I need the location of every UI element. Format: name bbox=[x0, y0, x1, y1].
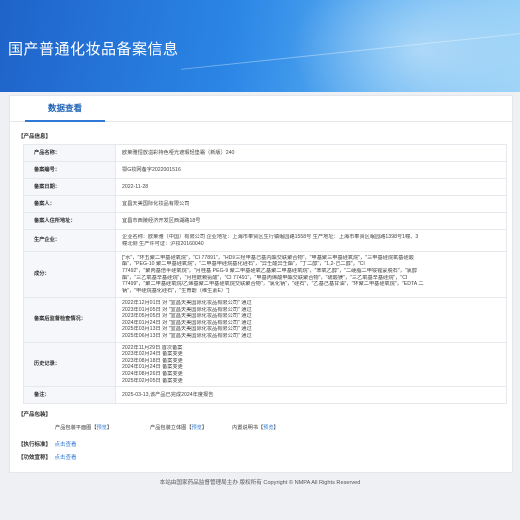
section-title-standard: 【执行标准】 点击查看 bbox=[18, 440, 77, 448]
table-row: 产品名称： 欧莱雅恒放溢彩持色哑光遮瑕轻垫霜（新版）240 bbox=[23, 144, 507, 162]
history-line: 2025年02月05日 备案变更 bbox=[122, 377, 183, 384]
inspection-line: 2023年05月05日 对 "宜昌天美国际化妆品有限公司" 通过 bbox=[122, 313, 252, 320]
history-line: 2023年08月18日 备案变更 bbox=[122, 357, 183, 364]
ingredients-line: 酯"，"PEG-10 聚二甲基硅氧烷"，"二甲基甲硅烷基化硅石"，"异壬酸异壬酯… bbox=[122, 261, 365, 268]
bracket-close: 】 bbox=[273, 425, 279, 431]
row-label: 备案编号： bbox=[23, 161, 116, 179]
package-manual-preview-link[interactable]: 预览 bbox=[263, 425, 273, 431]
manufacturer-line: 幢北侧 生产许可证：沪妆20160040 bbox=[122, 240, 204, 247]
row-label: 历史记录： bbox=[23, 341, 116, 388]
note-value: 2025-03-13,该产品已完成2024年度报告 bbox=[115, 386, 507, 405]
table-row: 备案后监督检查情况： 2022年12月01日 对 "宜昌天美国际化妆品有限公司"… bbox=[23, 297, 507, 343]
package-solid-label: 产品包装立体图【 bbox=[150, 425, 192, 431]
table-row: 备案人： 宜昌天美国际化妆品有限公司 bbox=[23, 195, 507, 213]
inspection-line: 2022年12月01日 对 "宜昌天美国际化妆品有限公司" 通过 bbox=[122, 300, 252, 306]
manufacturer-line: 企业名称：欧莱雅（中国）有限公司 企业地址：上海市奉贤区生行镇岷园路1558号 … bbox=[122, 233, 419, 240]
bracket-close: 】 bbox=[106, 425, 113, 431]
efficacy-heading: 【功效宣称】 bbox=[18, 455, 52, 461]
filer-value: 宜昌天美国际化妆品有限公司 bbox=[115, 195, 507, 213]
page-title: 国产普通化妆品备案信息 bbox=[8, 41, 179, 58]
row-label: 备案后监督检查情况： bbox=[23, 297, 116, 343]
product-name-value: 欧莱雅恒放溢彩持色哑光遮瑕轻垫霜（新版）240 bbox=[115, 144, 507, 162]
package-solid-item: 产品包装立体图【预览】 bbox=[150, 424, 207, 431]
efficacy-view-link[interactable]: 点击查看 bbox=[55, 455, 77, 461]
page-banner: 国产普通化妆品备案信息 bbox=[0, 0, 520, 92]
package-flat-item: 产品包装平面图【预览】 bbox=[55, 424, 112, 431]
ingredients-line: 77499"，"聚二甲基硅氧烷/乙烯基聚二甲基硅氧烷交联聚合物"，"氯化钠"，"… bbox=[122, 281, 424, 288]
row-label: 产品名称： bbox=[23, 144, 116, 162]
table-row: 历史记录： 2022年11月29日 首次备案 2023年02月24日 备案变更 … bbox=[23, 341, 507, 388]
row-label: 成分： bbox=[23, 251, 116, 298]
inspection-line: 2024年01月24日 对 "宜昌天美国际化妆品有限公司" 通过 bbox=[122, 319, 252, 326]
table-row: 生产企业： 企业名称：欧莱雅（中国）有限公司 企业地址：上海市奉贤区生行镇岷园路… bbox=[23, 229, 507, 252]
page-footer: 本站由国家药品监督管理局主办 版权所有 Copyright © NMPA All… bbox=[159, 480, 361, 486]
ingredients-line: ["水"，"环五聚二甲基硅氧烷"，"CI 77891"，"HDI/三羟甲基己基内… bbox=[122, 254, 414, 261]
manufacturer-value: 企业名称：欧莱雅（中国）有限公司 企业地址：上海市奉贤区生行镇岷园路1558号 … bbox=[115, 229, 507, 252]
content-card: 数据查看 【产品信息】 产品名称： 欧莱雅恒放溢彩持色哑光遮瑕轻垫霜（新版）24… bbox=[9, 95, 513, 473]
inspection-line: 2025年03月13日 对 "宜昌天美国际化妆品有限公司" 通过 bbox=[122, 326, 252, 333]
history-line: 2023年02月24日 备案变更 bbox=[122, 351, 183, 358]
inspection-value: 2022年12月01日 对 "宜昌天美国际化妆品有限公司" 通过 2023年01… bbox=[115, 297, 507, 343]
standard-heading: 【执行标准】 bbox=[18, 442, 52, 448]
ingredients-line: 酯"，"三乙氧基辛基硅烷"，"月桂酰赖氨酸"，"CI 77491"，"甲基丙烯酸… bbox=[122, 274, 408, 281]
row-label: 备案人住所地址： bbox=[23, 212, 116, 230]
history-value: 2022年11月29日 首次备案 2023年02月24日 备案变更 2023年0… bbox=[115, 341, 507, 388]
filer-address-value: 宜昌市西陵经济开发区西湖路18号 bbox=[115, 212, 507, 230]
table-row: 备案人住所地址： 宜昌市西陵经济开发区西湖路18号 bbox=[23, 212, 507, 230]
tab-data-view[interactable]: 数据查看 bbox=[25, 102, 105, 122]
ingredients-line: 钠"，"甲硅烷基化硅石"，"生育酚（维生素E）"] bbox=[122, 287, 230, 294]
table-row: 成分： ["水"，"环五聚二甲基硅氧烷"，"CI 77891"，"HDI/三羟甲… bbox=[23, 251, 507, 298]
section-title-package: 【产品包装】 bbox=[18, 412, 52, 418]
history-line: 2022年11月29日 首次备案 bbox=[122, 344, 183, 351]
tab-active-indicator bbox=[25, 120, 105, 122]
package-manual-label: 内置说明书【 bbox=[232, 425, 264, 431]
package-manual-item: 内置说明书【预览】 bbox=[232, 424, 279, 431]
package-solid-preview-link[interactable]: 预览 bbox=[192, 425, 202, 431]
row-label: 生产企业： bbox=[23, 229, 116, 252]
row-label: 备注： bbox=[23, 386, 116, 405]
ingredients-value: ["水"，"环五聚二甲基硅氧烷"，"CI 77891"，"HDI/三羟甲基己基内… bbox=[115, 251, 507, 298]
package-flat-preview-link[interactable]: 预览 bbox=[97, 425, 107, 431]
inspection-line: 2025年06月13日 对 "宜昌天美国际化妆品有限公司" 通过 bbox=[122, 332, 252, 339]
inspection-line: 2023年01月05日 对 "宜昌天美国际化妆品有限公司" 通过 bbox=[122, 306, 252, 313]
section-title-efficacy: 【功效宣称】 点击查看 bbox=[18, 453, 77, 461]
history-line: 2024年08月26日 备案变更 bbox=[122, 370, 183, 377]
table-row: 备注： 2025-03-13,该产品已完成2024年度报告 bbox=[23, 386, 507, 405]
bracket-close: 】 bbox=[201, 425, 208, 431]
history-line: 2024年01月24日 备案变更 bbox=[122, 364, 183, 371]
product-info-table: 产品名称： 欧莱雅恒放溢彩持色哑光遮瑕轻垫霜（新版）240 备案编号： 鄂G妆网… bbox=[23, 144, 507, 405]
table-row: 备案编号： 鄂G妆网备字2022001516 bbox=[23, 161, 507, 179]
package-flat-label: 产品包装平面图【 bbox=[55, 425, 97, 431]
ingredients-line: 77492"，"聚丙基倍半硅氧烷"，"月桂基 PEG-9 聚二甲基硅氧乙基聚二甲… bbox=[122, 267, 418, 274]
record-date-value: 2022-11-28 bbox=[115, 178, 507, 196]
tab-bar: 数据查看 bbox=[10, 96, 512, 122]
row-label: 备案人： bbox=[23, 195, 116, 213]
row-label: 备案日期： bbox=[23, 178, 116, 196]
standard-view-link[interactable]: 点击查看 bbox=[55, 442, 77, 448]
record-no-value: 鄂G妆网备字2022001516 bbox=[115, 161, 507, 179]
table-row: 备案日期： 2022-11-28 bbox=[23, 178, 507, 196]
section-title-product-info: 【产品信息】 bbox=[18, 134, 52, 140]
